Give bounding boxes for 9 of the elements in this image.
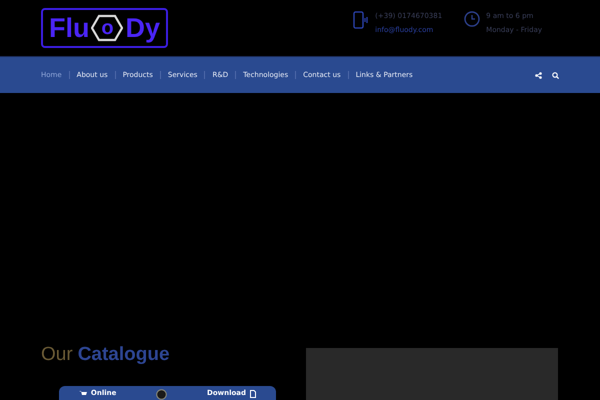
phone-icon [353, 11, 370, 29]
search-icon[interactable] [552, 72, 559, 78]
document-icon [250, 390, 256, 398]
circle-icon [156, 389, 168, 400]
section-title: Our Catalogue [41, 344, 171, 366]
hexagon-icon [91, 14, 124, 42]
clock-icon [464, 11, 480, 27]
cart-icon [78, 390, 87, 397]
share-icon[interactable] [535, 72, 542, 78]
